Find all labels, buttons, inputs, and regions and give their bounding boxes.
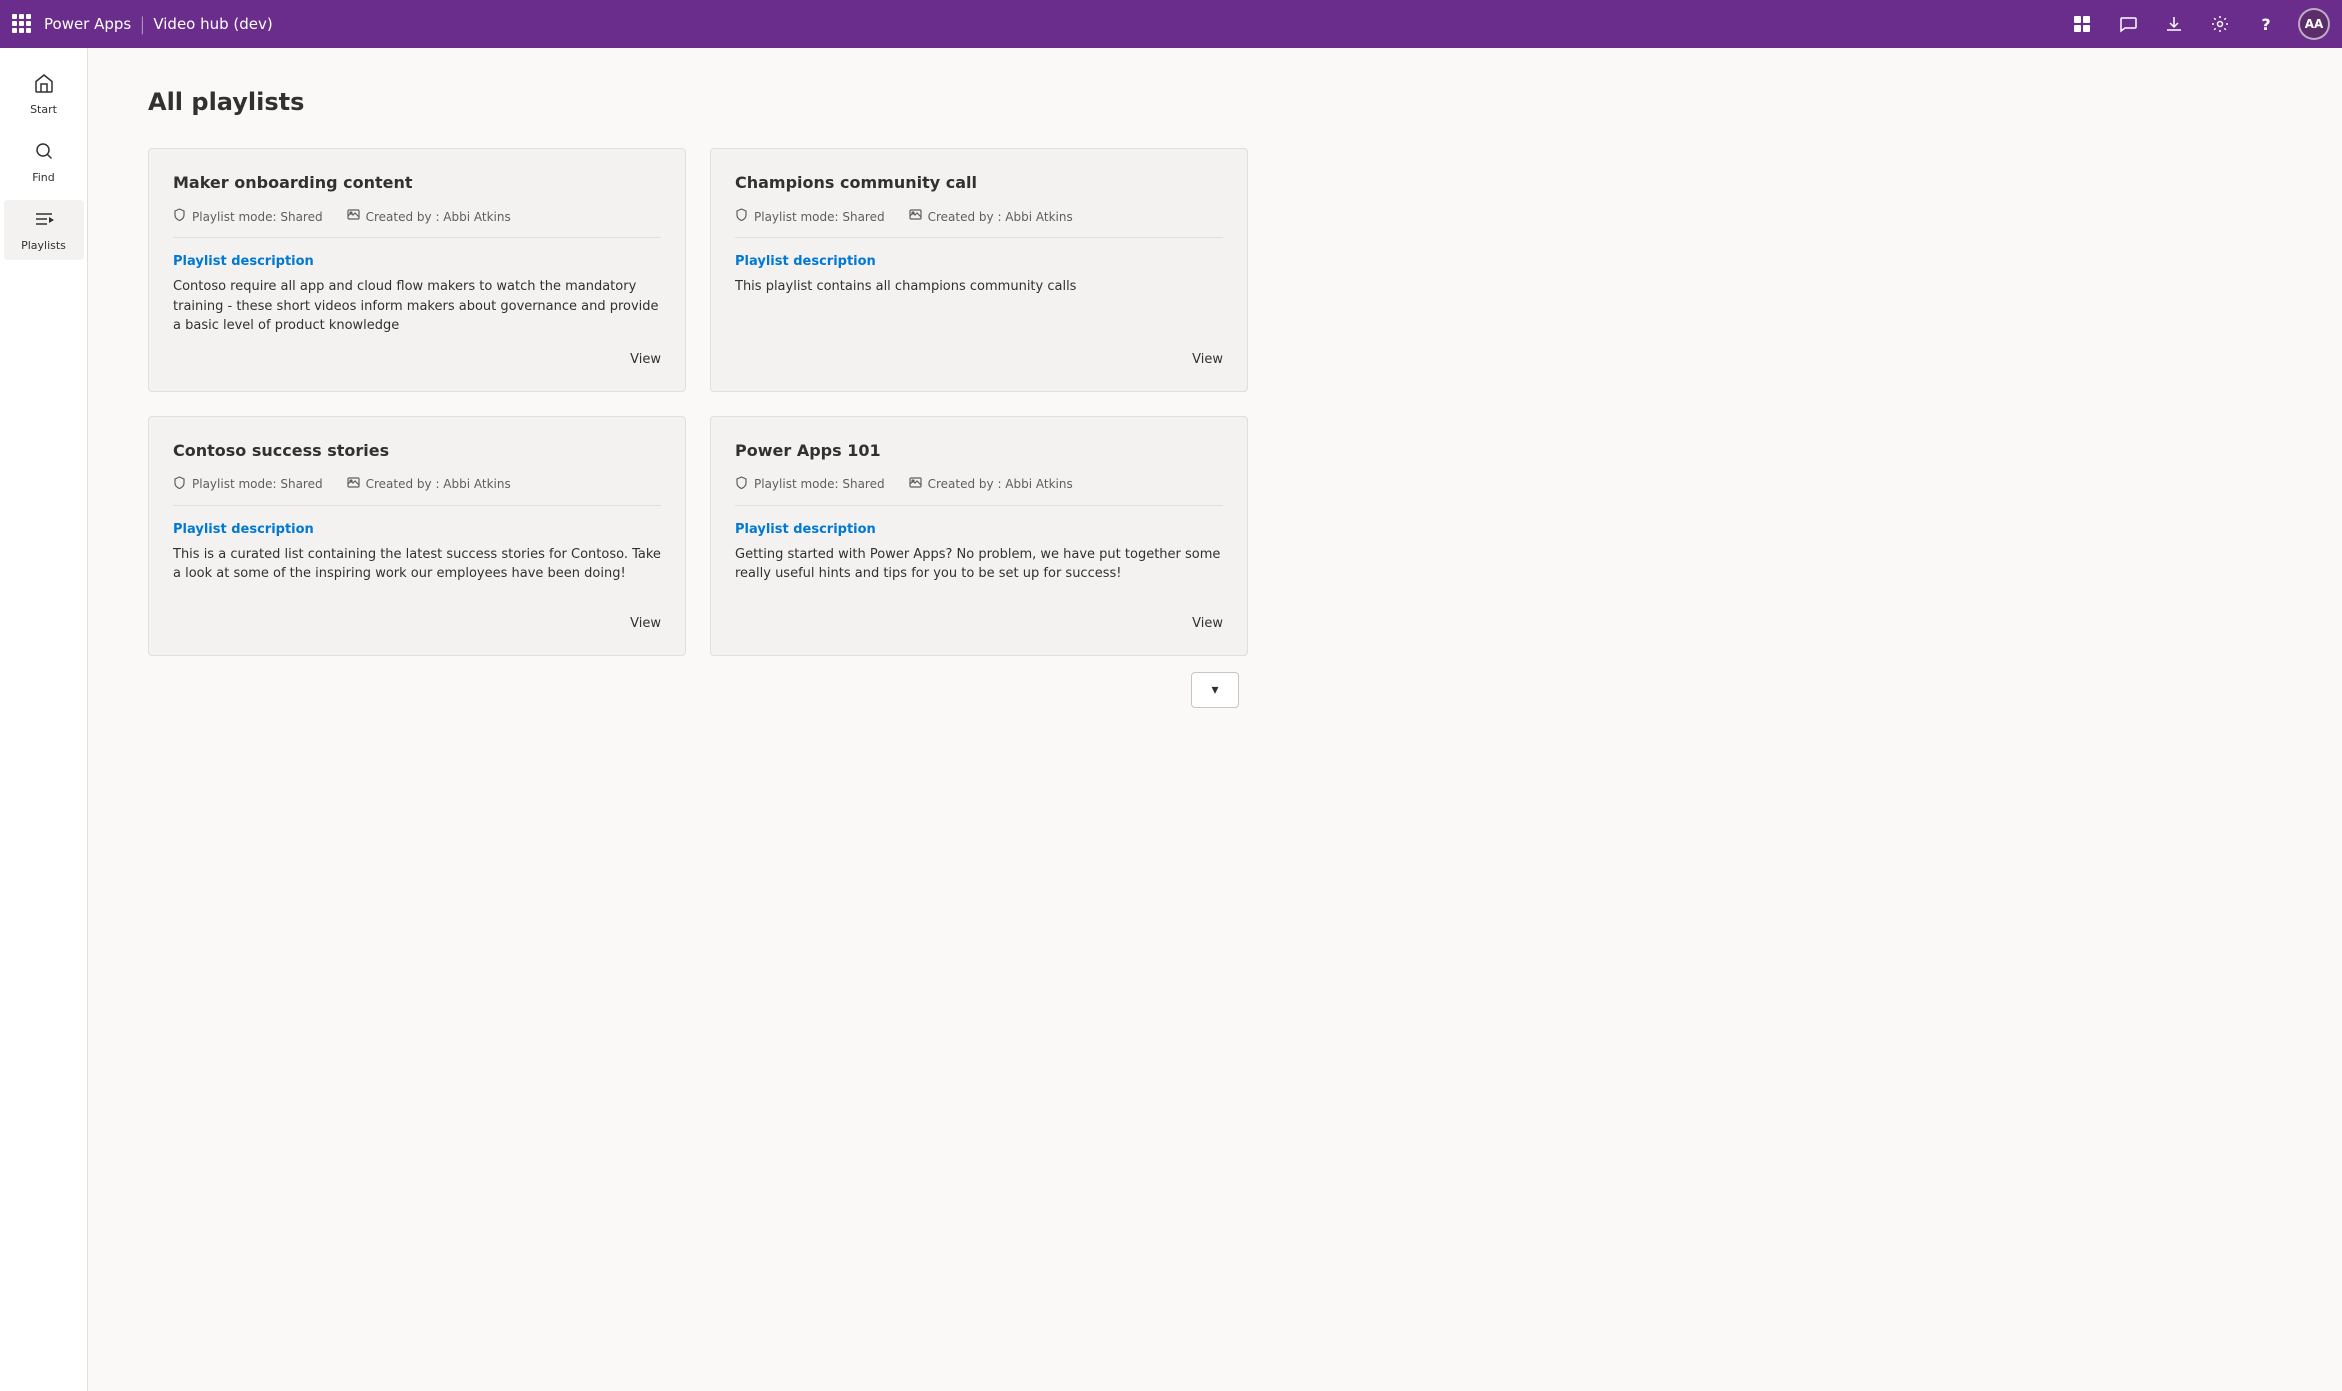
playlist-card-contoso: Contoso success stories Playlist mode: S… — [148, 416, 686, 656]
playlist-created-label-0: Created by : Abbi Atkins — [366, 210, 511, 224]
page-title: All playlists — [148, 88, 2282, 116]
hub-name: Video hub (dev) — [153, 15, 272, 33]
playlist-view-btn-0[interactable]: View — [630, 336, 661, 367]
playlists-grid: Maker onboarding content Playlist mode: … — [148, 148, 1248, 656]
sidebar-playlists-label: Playlists — [21, 239, 66, 252]
topbar: Power Apps | Video hub (dev) — [0, 0, 2342, 48]
sidebar-start-label: Start — [30, 103, 57, 116]
scroll-down-button[interactable]: ▾ — [1191, 672, 1239, 708]
settings-icon[interactable] — [2206, 10, 2234, 38]
playlist-title-2: Contoso success stories — [173, 441, 661, 460]
shield-icon-0 — [173, 208, 186, 225]
playlists-icon — [33, 208, 55, 235]
playlist-desc-text-2: This is a curated list containing the la… — [173, 545, 661, 600]
sidebar-find-label: Find — [32, 171, 55, 184]
content-area: All playlists Maker onboarding content P… — [88, 48, 2342, 1391]
playlist-desc-heading-0[interactable]: Playlist description — [173, 254, 661, 269]
playlist-mode-label-2: Playlist mode: Shared — [192, 477, 323, 491]
image-icon-3 — [909, 476, 922, 493]
playlist-created-0: Created by : Abbi Atkins — [347, 208, 511, 225]
apps-icon[interactable] — [2068, 10, 2096, 38]
shield-icon-1 — [735, 208, 748, 225]
shield-icon-3 — [735, 476, 748, 493]
image-icon-0 — [347, 208, 360, 225]
sidebar-item-start[interactable]: Start — [4, 64, 84, 124]
playlist-desc-text-3: Getting started with Power Apps? No prob… — [735, 545, 1223, 600]
app-name: Power Apps — [44, 15, 131, 33]
playlist-created-label-2: Created by : Abbi Atkins — [366, 477, 511, 491]
search-icon — [33, 140, 55, 167]
playlist-desc-text-0: Contoso require all app and cloud flow m… — [173, 277, 661, 336]
playlist-created-2: Created by : Abbi Atkins — [347, 476, 511, 493]
playlist-title-0: Maker onboarding content — [173, 173, 661, 192]
playlist-view-btn-1[interactable]: View — [1192, 336, 1223, 367]
playlist-card-maker-onboarding: Maker onboarding content Playlist mode: … — [148, 148, 686, 392]
sidebar: Start Find Playlists — [0, 48, 88, 1391]
playlist-meta-3: Playlist mode: Shared Created by : Abbi … — [735, 476, 1223, 506]
playlist-meta-0: Playlist mode: Shared Created by : Abbi … — [173, 208, 661, 238]
playlist-mode-3: Playlist mode: Shared — [735, 476, 885, 493]
playlist-mode-1: Playlist mode: Shared — [735, 208, 885, 225]
download-icon[interactable] — [2160, 10, 2188, 38]
playlist-created-label-1: Created by : Abbi Atkins — [928, 210, 1073, 224]
playlist-view-btn-2[interactable]: View — [630, 600, 661, 631]
topbar-right: ? AA — [2068, 8, 2330, 40]
playlist-title-1: Champions community call — [735, 173, 1223, 192]
avatar[interactable]: AA — [2298, 8, 2330, 40]
playlist-view-btn-3[interactable]: View — [1192, 600, 1223, 631]
playlist-card-champions: Champions community call Playlist mode: … — [710, 148, 1248, 392]
playlist-title-3: Power Apps 101 — [735, 441, 1223, 460]
image-icon-2 — [347, 476, 360, 493]
playlist-card-power-apps: Power Apps 101 Playlist mode: Shared — [710, 416, 1248, 656]
playlist-mode-0: Playlist mode: Shared — [173, 208, 323, 225]
playlist-created-1: Created by : Abbi Atkins — [909, 208, 1073, 225]
image-icon-1 — [909, 208, 922, 225]
playlist-created-label-3: Created by : Abbi Atkins — [928, 477, 1073, 491]
apps-grid-icon[interactable] — [12, 14, 32, 34]
topbar-title: Power Apps | Video hub (dev) — [44, 14, 273, 35]
playlist-meta-1: Playlist mode: Shared Created by : Abbi … — [735, 208, 1223, 238]
playlist-mode-label-1: Playlist mode: Shared — [754, 210, 885, 224]
shield-icon-2 — [173, 476, 186, 493]
help-icon[interactable]: ? — [2252, 10, 2280, 38]
playlist-desc-heading-3[interactable]: Playlist description — [735, 522, 1223, 537]
main-layout: Start Find Playlists — [0, 48, 2342, 1391]
playlist-desc-text-1: This playlist contains all champions com… — [735, 277, 1223, 336]
playlist-mode-label-3: Playlist mode: Shared — [754, 477, 885, 491]
playlist-mode-label-0: Playlist mode: Shared — [192, 210, 323, 224]
chevron-down-icon: ▾ — [1211, 681, 1218, 698]
chat-icon[interactable] — [2114, 10, 2142, 38]
home-icon — [33, 72, 55, 99]
sidebar-item-find[interactable]: Find — [4, 132, 84, 192]
scroll-down-container: ▾ — [148, 656, 2282, 716]
playlist-mode-2: Playlist mode: Shared — [173, 476, 323, 493]
topbar-divider: | — [139, 14, 145, 35]
playlist-created-3: Created by : Abbi Atkins — [909, 476, 1073, 493]
playlist-meta-2: Playlist mode: Shared Created by : Abbi … — [173, 476, 661, 506]
sidebar-item-playlists[interactable]: Playlists — [4, 200, 84, 260]
playlist-desc-heading-1[interactable]: Playlist description — [735, 254, 1223, 269]
playlist-desc-heading-2[interactable]: Playlist description — [173, 522, 661, 537]
